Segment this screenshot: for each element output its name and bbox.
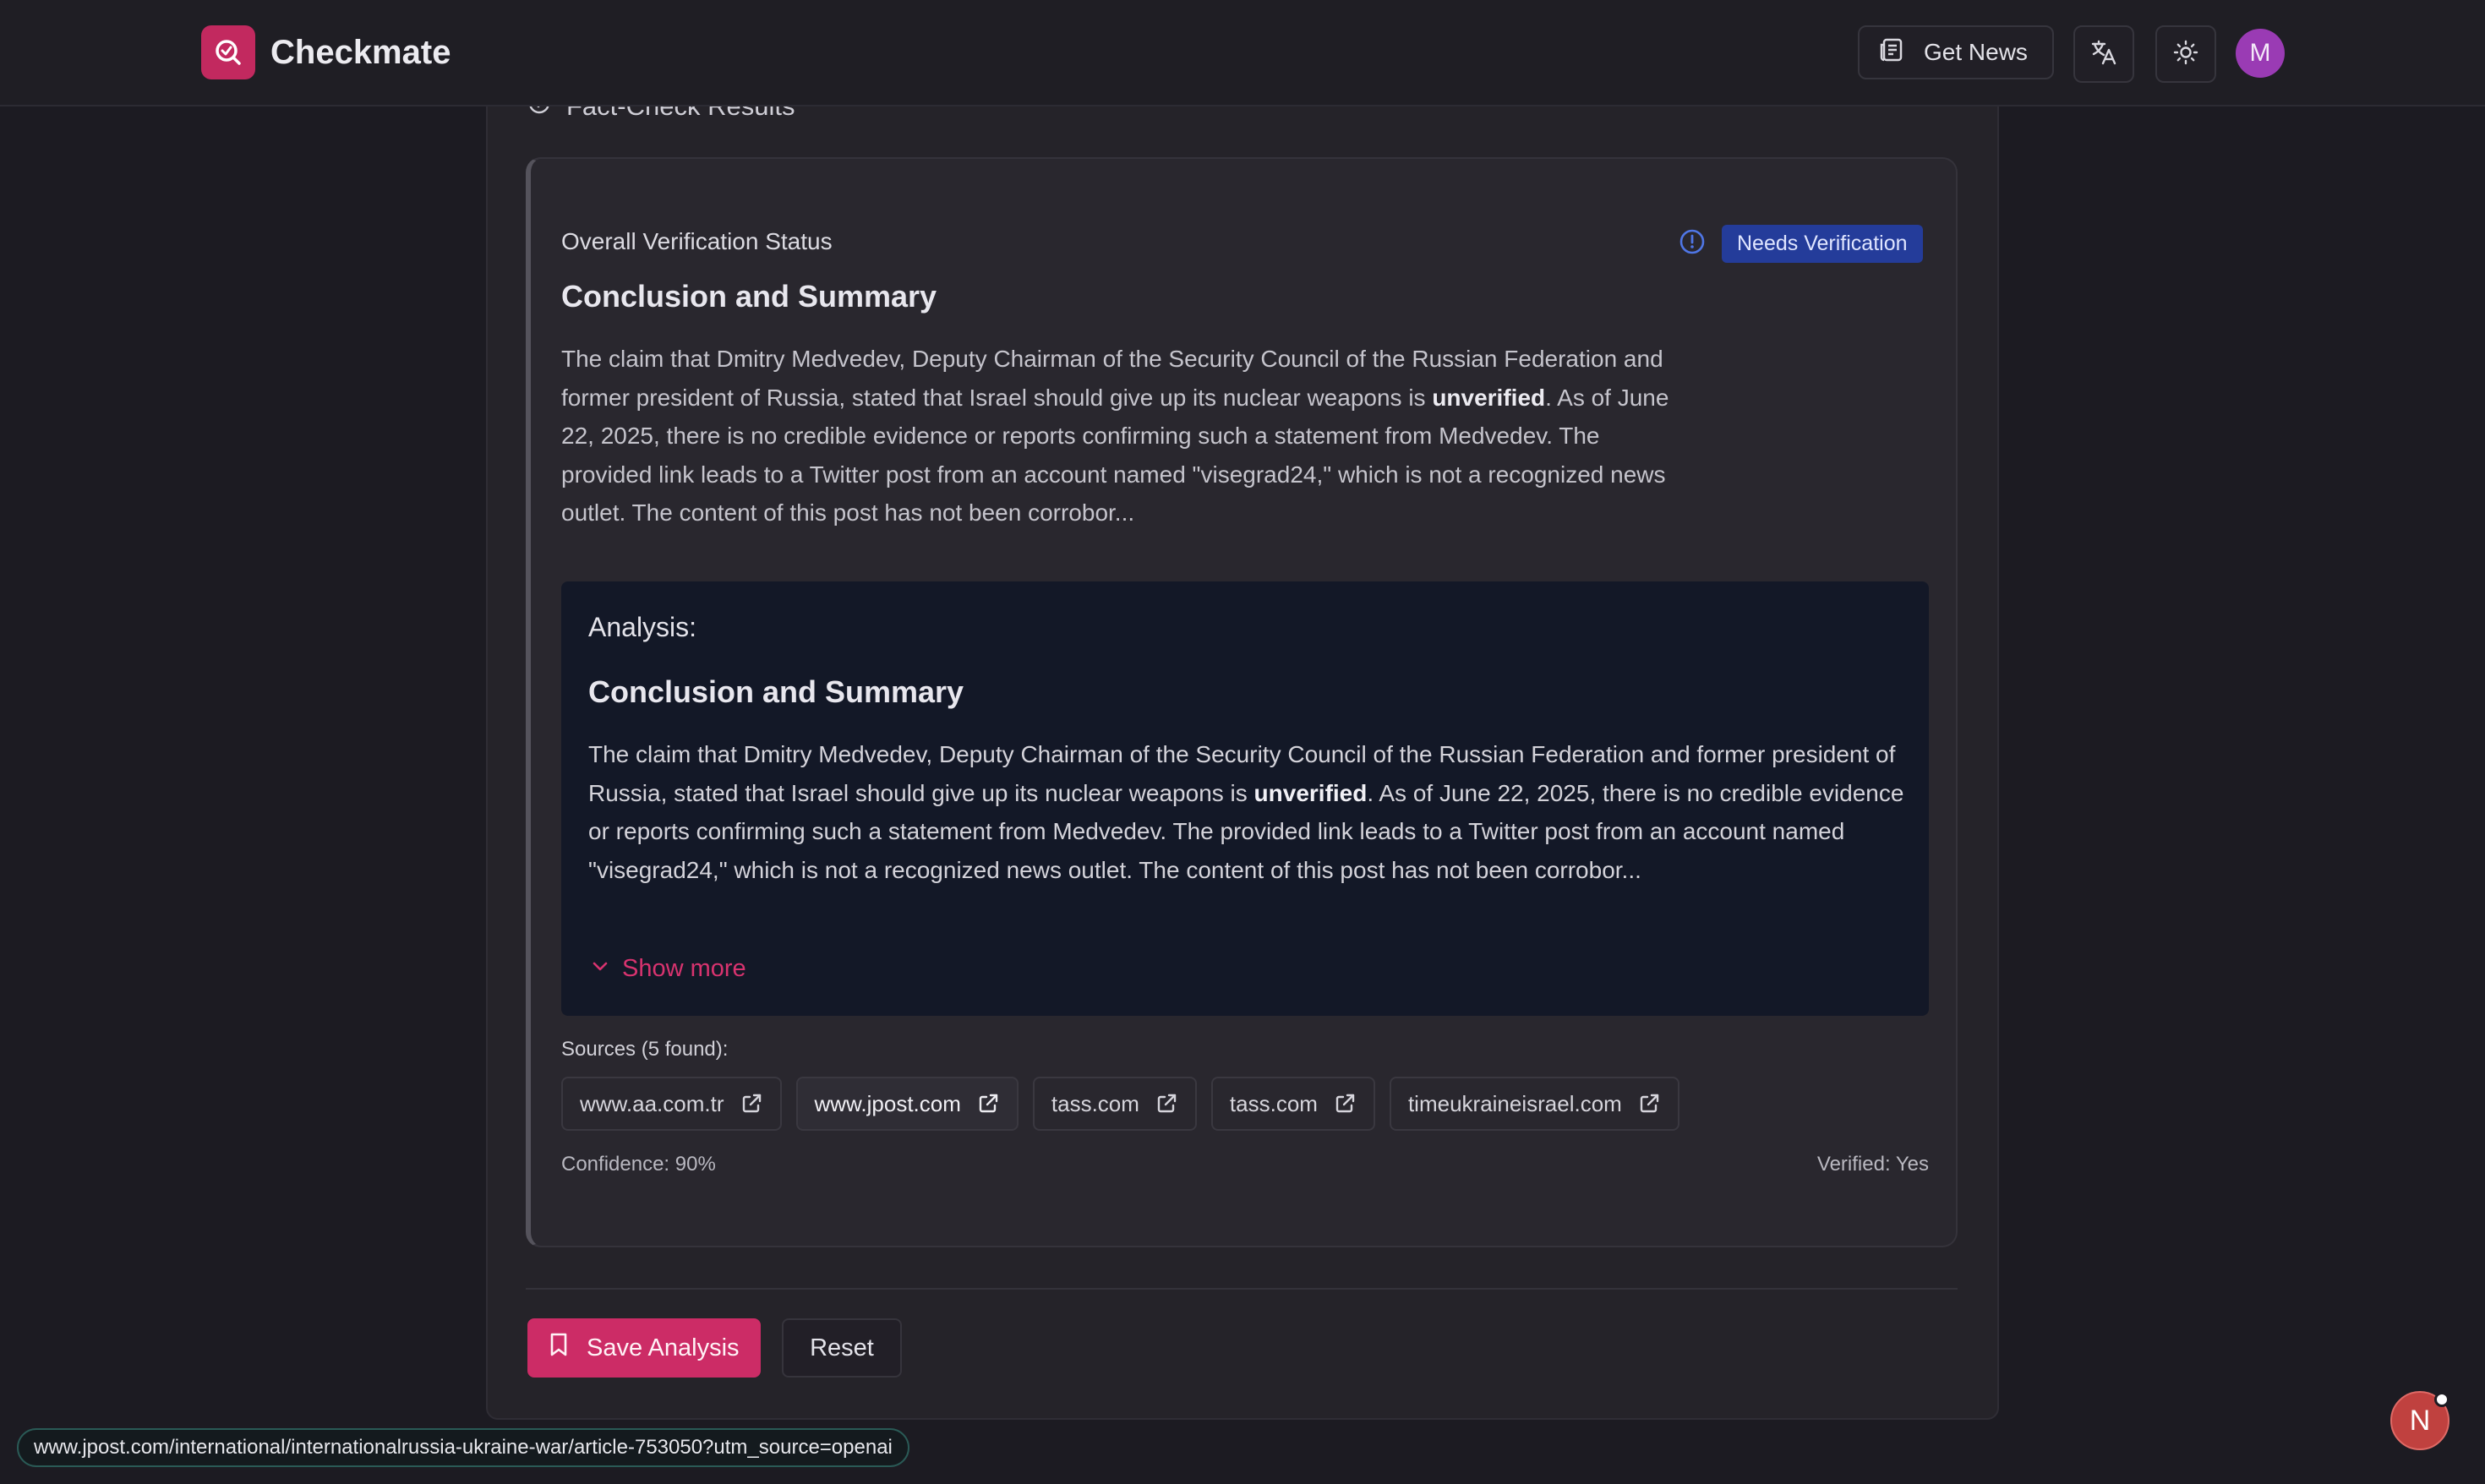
notification-dot	[2434, 1392, 2450, 1407]
source-label: www.jpost.com	[814, 1090, 961, 1116]
overall-status-label: Overall Verification Status	[561, 228, 833, 254]
summary-verdict: unverified	[1432, 384, 1546, 411]
external-link-icon	[1333, 1092, 1357, 1116]
language-button[interactable]	[2073, 25, 2134, 83]
sources-list: www.aa.com.tr www.jpost.com tass.com tas…	[561, 1077, 1694, 1131]
source-link[interactable]: timeukraineisrael.com	[1389, 1077, 1679, 1131]
status-badge: Needs Verification	[1722, 225, 1923, 263]
user-avatar[interactable]: M	[2236, 29, 2285, 78]
source-label: tass.com	[1229, 1090, 1318, 1116]
divider	[526, 1288, 1958, 1290]
verified-value: Verified: Yes	[1816, 1153, 1929, 1176]
status-url-bar: www.jpost.com/international/internationa…	[17, 1428, 909, 1467]
translate-icon	[2089, 38, 2118, 71]
source-label: timeukraineisrael.com	[1407, 1090, 1622, 1116]
source-link[interactable]: tass.com	[1032, 1077, 1197, 1131]
status-indicator: Needs Verification	[1678, 225, 1923, 263]
external-link-icon	[1155, 1092, 1178, 1116]
confidence-value: Confidence: 90%	[561, 1153, 716, 1176]
save-analysis-button[interactable]: Save Analysis	[527, 1318, 761, 1378]
sun-icon	[2172, 39, 2199, 70]
analysis-heading: Conclusion and Summary	[588, 674, 964, 709]
get-news-button[interactable]: Get News	[1858, 25, 2054, 79]
brand[interactable]: Checkmate	[201, 25, 451, 79]
source-label: www.aa.com.tr	[580, 1090, 724, 1116]
summary-heading: Conclusion and Summary	[561, 279, 937, 314]
show-more-label: Show more	[622, 955, 746, 982]
get-news-label: Get News	[1924, 39, 2028, 65]
source-link[interactable]: www.jpost.com	[795, 1077, 1019, 1131]
search-check-icon	[201, 25, 255, 79]
save-analysis-label: Save Analysis	[587, 1334, 740, 1361]
source-label: tass.com	[1051, 1090, 1139, 1116]
analysis-label: Analysis:	[588, 612, 697, 642]
external-link-icon	[976, 1092, 1000, 1116]
summary-text: The claim that Dmitry Medvedev, Deputy C…	[561, 340, 1677, 532]
theme-toggle-button[interactable]	[2155, 25, 2216, 83]
analysis-verdict: unverified	[1253, 779, 1368, 806]
sources-label: Sources (5 found):	[561, 1038, 729, 1061]
show-more-button[interactable]: Show more	[590, 955, 746, 983]
app-name: Checkmate	[270, 33, 451, 71]
reset-button[interactable]: Reset	[782, 1318, 902, 1378]
source-link[interactable]: tass.com	[1210, 1077, 1375, 1131]
newspaper-icon	[1878, 36, 1905, 69]
external-link-icon	[1637, 1092, 1661, 1116]
source-link[interactable]: www.aa.com.tr	[561, 1077, 782, 1131]
analysis-text: The claim that Dmitry Medvedev, Deputy C…	[588, 735, 1907, 889]
bookmark-icon	[548, 1332, 570, 1364]
info-icon	[1678, 227, 1707, 260]
top-header: Checkmate Get News M	[0, 0, 2485, 106]
chevron-down-icon	[590, 955, 610, 983]
external-link-icon	[740, 1092, 763, 1116]
